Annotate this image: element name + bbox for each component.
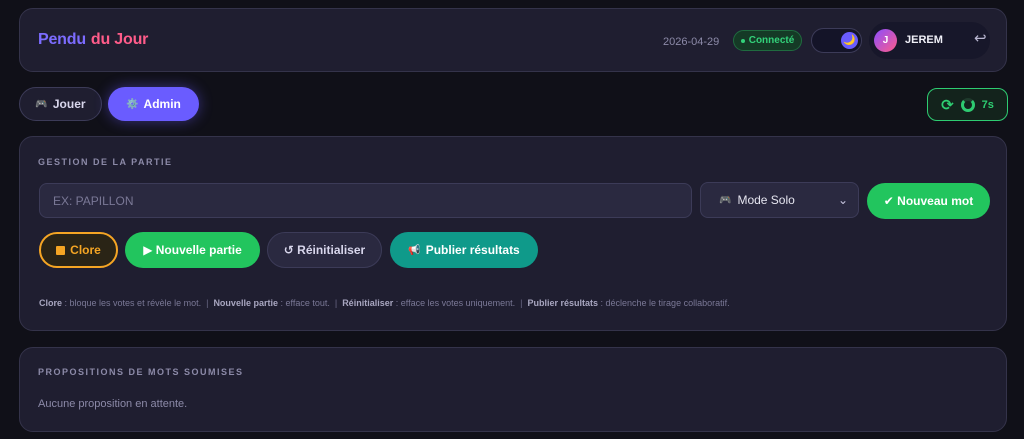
tab-admin-label: Admin — [143, 97, 181, 111]
status-label: Connecté — [748, 35, 795, 46]
help-term: Nouvelle partie — [213, 298, 278, 308]
help-separator: | — [334, 298, 338, 308]
help-desc: : efface tout. — [277, 298, 330, 308]
section-title: PROPOSITIONS DE MOTS SOUMISES — [38, 367, 244, 377]
theme-toggle[interactable]: 🌙 — [811, 28, 862, 53]
new-game-button[interactable]: ▶ Nouvelle partie — [125, 232, 260, 268]
close-game-button[interactable]: Clore — [39, 232, 118, 268]
new-word-button[interactable]: ✔ Nouveau mot — [867, 183, 990, 219]
tab-admin[interactable]: ⚙️ Admin — [108, 87, 199, 121]
status-dot-icon — [740, 38, 745, 43]
avatar: J — [874, 29, 897, 52]
help-desc: : déclenche le tirage collaboratif. — [598, 298, 730, 308]
logout-icon[interactable]: ↩ — [974, 29, 987, 47]
app-brand: Pendu du Jour — [38, 31, 148, 49]
tab-jouer[interactable]: 🎮 Jouer — [19, 87, 102, 121]
connection-status-badge: Connecté — [733, 30, 802, 51]
word-input[interactable] — [39, 183, 692, 218]
brand-part-2: du Jour — [90, 31, 149, 48]
proposals-panel: PROPOSITIONS DE MOTS SOUMISES Aucune pro… — [19, 347, 1007, 432]
header-bar: Pendu du Jour 2026-04-29 Connecté 🌙 J JER… — [19, 8, 1007, 72]
chevron-down-icon: ⌄ — [837, 193, 848, 207]
megaphone-icon: 📢 — [408, 244, 421, 256]
help-separator: | — [206, 298, 209, 308]
current-date: 2026-04-29 — [663, 36, 720, 48]
help-term: Réinitialiser — [342, 298, 394, 308]
gamepad-icon: 🎮 — [35, 98, 48, 110]
reset-button[interactable]: ↺ Réinitialiser — [267, 232, 382, 268]
help-desc: : efface les votes uniquement. — [393, 298, 516, 308]
help-separator: | — [520, 298, 523, 308]
mode-select[interactable]: 🎮 Mode Solo ⌄ — [700, 182, 859, 218]
help-term: Clore — [39, 298, 63, 308]
countdown-ring-icon — [960, 97, 975, 112]
mode-select-value: Mode Solo — [737, 193, 795, 207]
help-term: Publier résultats — [527, 298, 599, 308]
refresh-icon: ⟳ — [941, 96, 954, 114]
game-management-panel: GESTION DE LA PARTIE 🎮 Mode Solo ⌄ ✔ Nou… — [19, 136, 1007, 331]
brand-part-1: Pendu — [38, 31, 86, 48]
moon-icon: 🌙 — [841, 32, 858, 49]
stop-icon — [56, 245, 66, 255]
countdown-seconds: 7s — [981, 98, 994, 111]
close-game-label: Clore — [70, 243, 101, 257]
tab-jouer-label: Jouer — [52, 97, 86, 111]
help-desc: : bloque les votes et révèle le mot. — [62, 298, 202, 308]
user-menu[interactable]: J JEREM ↩ — [869, 22, 990, 59]
empty-state-message: Aucune proposition en attente. — [38, 398, 188, 410]
refresh-timer[interactable]: ⟳ 7s — [927, 88, 1008, 121]
gear-icon: ⚙️ — [126, 98, 139, 110]
publish-results-button[interactable]: 📢 Publier résultats — [390, 232, 538, 268]
gamepad-icon: 🎮 — [719, 194, 732, 206]
help-text: Clore : bloque les votes et révèle le mo… — [39, 298, 730, 308]
publish-results-label: Publier résultats — [425, 243, 520, 257]
username: JEREM — [905, 34, 943, 46]
section-title: GESTION DE LA PARTIE — [38, 157, 173, 167]
